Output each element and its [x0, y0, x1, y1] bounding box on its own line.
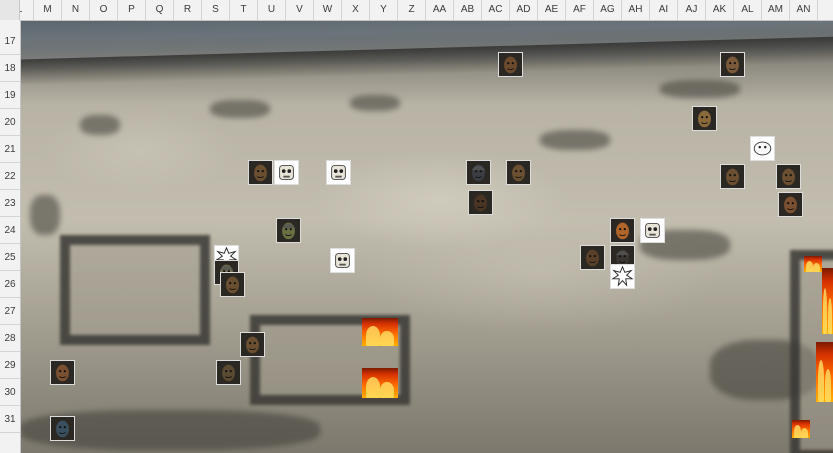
column-header-af[interactable]: AF	[566, 0, 594, 20]
row-header-23[interactable]: 23	[0, 190, 20, 217]
column-header-ai[interactable]: AI	[650, 0, 678, 20]
column-header-z[interactable]: Z	[398, 0, 426, 20]
column-header-ab[interactable]: AB	[454, 0, 482, 20]
token-dark-knight-icon[interactable]	[466, 160, 491, 185]
row-header-27[interactable]: 27	[0, 298, 20, 325]
column-header-aa[interactable]: AA	[426, 0, 454, 20]
rock-shadow	[80, 115, 120, 135]
rock-shadow	[660, 80, 740, 98]
column-header-t[interactable]: T	[230, 0, 258, 20]
row-header-29[interactable]: 29	[0, 352, 20, 379]
row-header-20[interactable]: 20	[0, 109, 20, 136]
token-lizard-warrior-icon[interactable]	[248, 160, 273, 185]
column-header-q[interactable]: Q	[146, 0, 174, 20]
column-header-ah[interactable]: AH	[622, 0, 650, 20]
token-skull-mask-2-icon[interactable]	[326, 160, 351, 185]
token-lizard-2-icon[interactable]	[506, 160, 531, 185]
fire-2-icon[interactable]	[362, 368, 398, 398]
row-header-bar: 17 18 19 20 21 22 23 24 25 26 27 28 29 30 31	[0, 20, 21, 453]
column-header-an[interactable]: AN	[790, 0, 818, 20]
token-lizard-3-icon[interactable]	[720, 164, 745, 189]
column-header-n[interactable]: N	[62, 0, 90, 20]
token-lizard-7-icon[interactable]	[216, 360, 241, 385]
fire-3-icon[interactable]	[804, 256, 822, 272]
column-header-s[interactable]: S	[202, 0, 230, 20]
column-header-ag[interactable]: AG	[594, 0, 622, 20]
row-header-31[interactable]: 31	[0, 406, 20, 433]
column-header-al[interactable]: AL	[734, 0, 762, 20]
row-header-25[interactable]: 25	[0, 244, 20, 271]
token-green-helmet-icon[interactable]	[276, 218, 301, 243]
row-header-24[interactable]: 24	[0, 217, 20, 244]
battle-map[interactable]	[20, 20, 833, 453]
column-header-x[interactable]: X	[342, 0, 370, 20]
rock-shadow	[350, 95, 400, 111]
token-pow-burst-2-icon[interactable]	[610, 264, 635, 289]
column-header-m[interactable]: M	[34, 0, 62, 20]
spreadsheet-map-grid: LMNOPQRSTUVWXYZAAABACADAEAFAGAHAIAJAKALA…	[0, 0, 833, 453]
column-header-y[interactable]: Y	[370, 0, 398, 20]
token-hooded-woman-icon[interactable]	[778, 192, 803, 217]
row-header-28[interactable]: 28	[0, 325, 20, 352]
row-header-21[interactable]: 21	[0, 136, 20, 163]
fire-5-icon[interactable]	[816, 342, 833, 402]
token-ghost-sketch-icon[interactable]	[750, 136, 775, 161]
token-skull-mask-3-icon[interactable]	[640, 218, 665, 243]
token-bearded-dwarf-icon[interactable]	[580, 245, 605, 270]
column-header-ac[interactable]: AC	[482, 0, 510, 20]
ruined-building	[60, 235, 210, 345]
row-header-26[interactable]: 26	[0, 271, 20, 298]
column-header-ae[interactable]: AE	[538, 0, 566, 20]
column-header-ak[interactable]: AK	[706, 0, 734, 20]
token-lizard-4-icon[interactable]	[776, 164, 801, 189]
token-young-man-icon[interactable]	[50, 360, 75, 385]
fire-4-icon[interactable]	[822, 268, 833, 334]
select-all-corner[interactable]	[0, 0, 20, 20]
token-kobold-icon[interactable]	[692, 106, 717, 131]
column-header-am[interactable]: AM	[762, 0, 790, 20]
row-header-22[interactable]: 22	[0, 163, 20, 190]
column-header-bar: LMNOPQRSTUVWXYZAAABACADAEAFAGAHAIAJAKALA…	[0, 0, 833, 21]
row-header-18[interactable]: 18	[0, 55, 20, 82]
row-header-19[interactable]: 19	[0, 82, 20, 109]
column-header-w[interactable]: W	[314, 0, 342, 20]
column-header-u[interactable]: U	[258, 0, 286, 20]
rock-shadow	[30, 195, 60, 235]
fire-6-icon[interactable]	[792, 420, 810, 438]
rock-shadow	[210, 100, 270, 118]
token-skull-mask-4-icon[interactable]	[330, 248, 355, 273]
column-header-o[interactable]: O	[90, 0, 118, 20]
token-orange-orc-icon[interactable]	[610, 218, 635, 243]
fire-1-icon[interactable]	[362, 318, 398, 346]
token-orc-brute-icon[interactable]	[720, 52, 745, 77]
token-skull-mask-1-icon[interactable]	[274, 160, 299, 185]
token-dark-haired-man-icon[interactable]	[468, 190, 493, 215]
column-header-r[interactable]: R	[174, 0, 202, 20]
column-header-aj[interactable]: AJ	[678, 0, 706, 20]
token-lizard-6-icon[interactable]	[240, 332, 265, 357]
rock-shadow	[540, 130, 610, 150]
column-header-ad[interactable]: AD	[510, 0, 538, 20]
token-lizard-5-icon[interactable]	[220, 272, 245, 297]
column-header-p[interactable]: P	[118, 0, 146, 20]
column-header-v[interactable]: V	[286, 0, 314, 20]
token-blue-creature-icon[interactable]	[50, 416, 75, 441]
row-header-17[interactable]: 17	[0, 28, 20, 55]
row-header-30[interactable]: 30	[0, 379, 20, 406]
token-bearded-man-icon[interactable]	[498, 52, 523, 77]
